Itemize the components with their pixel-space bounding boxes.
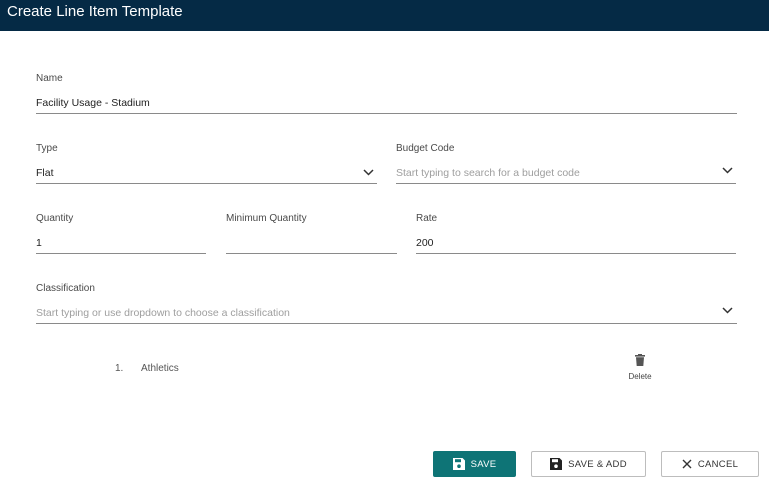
cancel-button-label: CANCEL [697, 458, 739, 470]
rate-label: Rate [416, 213, 438, 224]
minimum-quantity-underline [226, 253, 397, 254]
delete-button[interactable]: Delete [622, 354, 658, 388]
list-item-name: Athletics [141, 363, 179, 374]
close-icon [682, 459, 692, 469]
name-field[interactable]: Name Facility Usage - Stadium [36, 73, 737, 114]
budget-code-field[interactable]: Budget Code Start typing to search for a… [396, 143, 736, 184]
name-input[interactable]: Facility Usage - Stadium [36, 97, 150, 109]
chevron-down-icon[interactable] [363, 169, 374, 176]
rate-input[interactable]: 200 [416, 237, 434, 249]
save-and-add-button-label: SAVE & ADD [568, 458, 627, 470]
budget-code-label: Budget Code [396, 143, 455, 154]
type-select[interactable]: Type Flat [36, 143, 377, 184]
chevron-down-icon[interactable] [722, 307, 733, 314]
floppy-disk-icon [452, 458, 465, 470]
type-underline [36, 183, 377, 184]
rate-underline [416, 253, 736, 254]
minimum-quantity-label: Minimum Quantity [226, 213, 307, 224]
list-item-index: 1. [115, 363, 124, 374]
classification-underline [36, 323, 737, 324]
floppy-disk-icon [550, 458, 563, 470]
quantity-input[interactable]: 1 [36, 237, 42, 249]
budget-code-input[interactable]: Start typing to search for a budget code [396, 167, 580, 179]
classification-input[interactable]: Start typing or use dropdown to choose a… [36, 307, 290, 319]
dialog-header: Create Line Item Template [0, 0, 769, 31]
classification-field[interactable]: Classification Start typing or use dropd… [36, 283, 737, 324]
trash-icon[interactable] [635, 354, 645, 366]
save-button[interactable]: SAVE [433, 451, 516, 477]
name-underline [36, 113, 737, 114]
name-label: Name [36, 73, 63, 84]
budget-code-underline [396, 183, 736, 184]
type-value[interactable]: Flat [36, 167, 54, 179]
classification-label: Classification [36, 283, 95, 294]
delete-label: Delete [628, 372, 652, 381]
save-button-label: SAVE [470, 458, 497, 470]
type-label: Type [36, 143, 58, 154]
rate-field[interactable]: Rate 200 [416, 213, 736, 254]
chevron-down-icon[interactable] [722, 167, 733, 174]
quantity-underline [36, 253, 206, 254]
cancel-button[interactable]: CANCEL [661, 451, 759, 477]
quantity-label: Quantity [36, 213, 74, 224]
dialog-title: Create Line Item Template [7, 3, 183, 20]
quantity-field[interactable]: Quantity 1 [36, 213, 206, 254]
save-and-add-button[interactable]: SAVE & ADD [531, 451, 646, 477]
minimum-quantity-field[interactable]: Minimum Quantity [226, 213, 397, 254]
